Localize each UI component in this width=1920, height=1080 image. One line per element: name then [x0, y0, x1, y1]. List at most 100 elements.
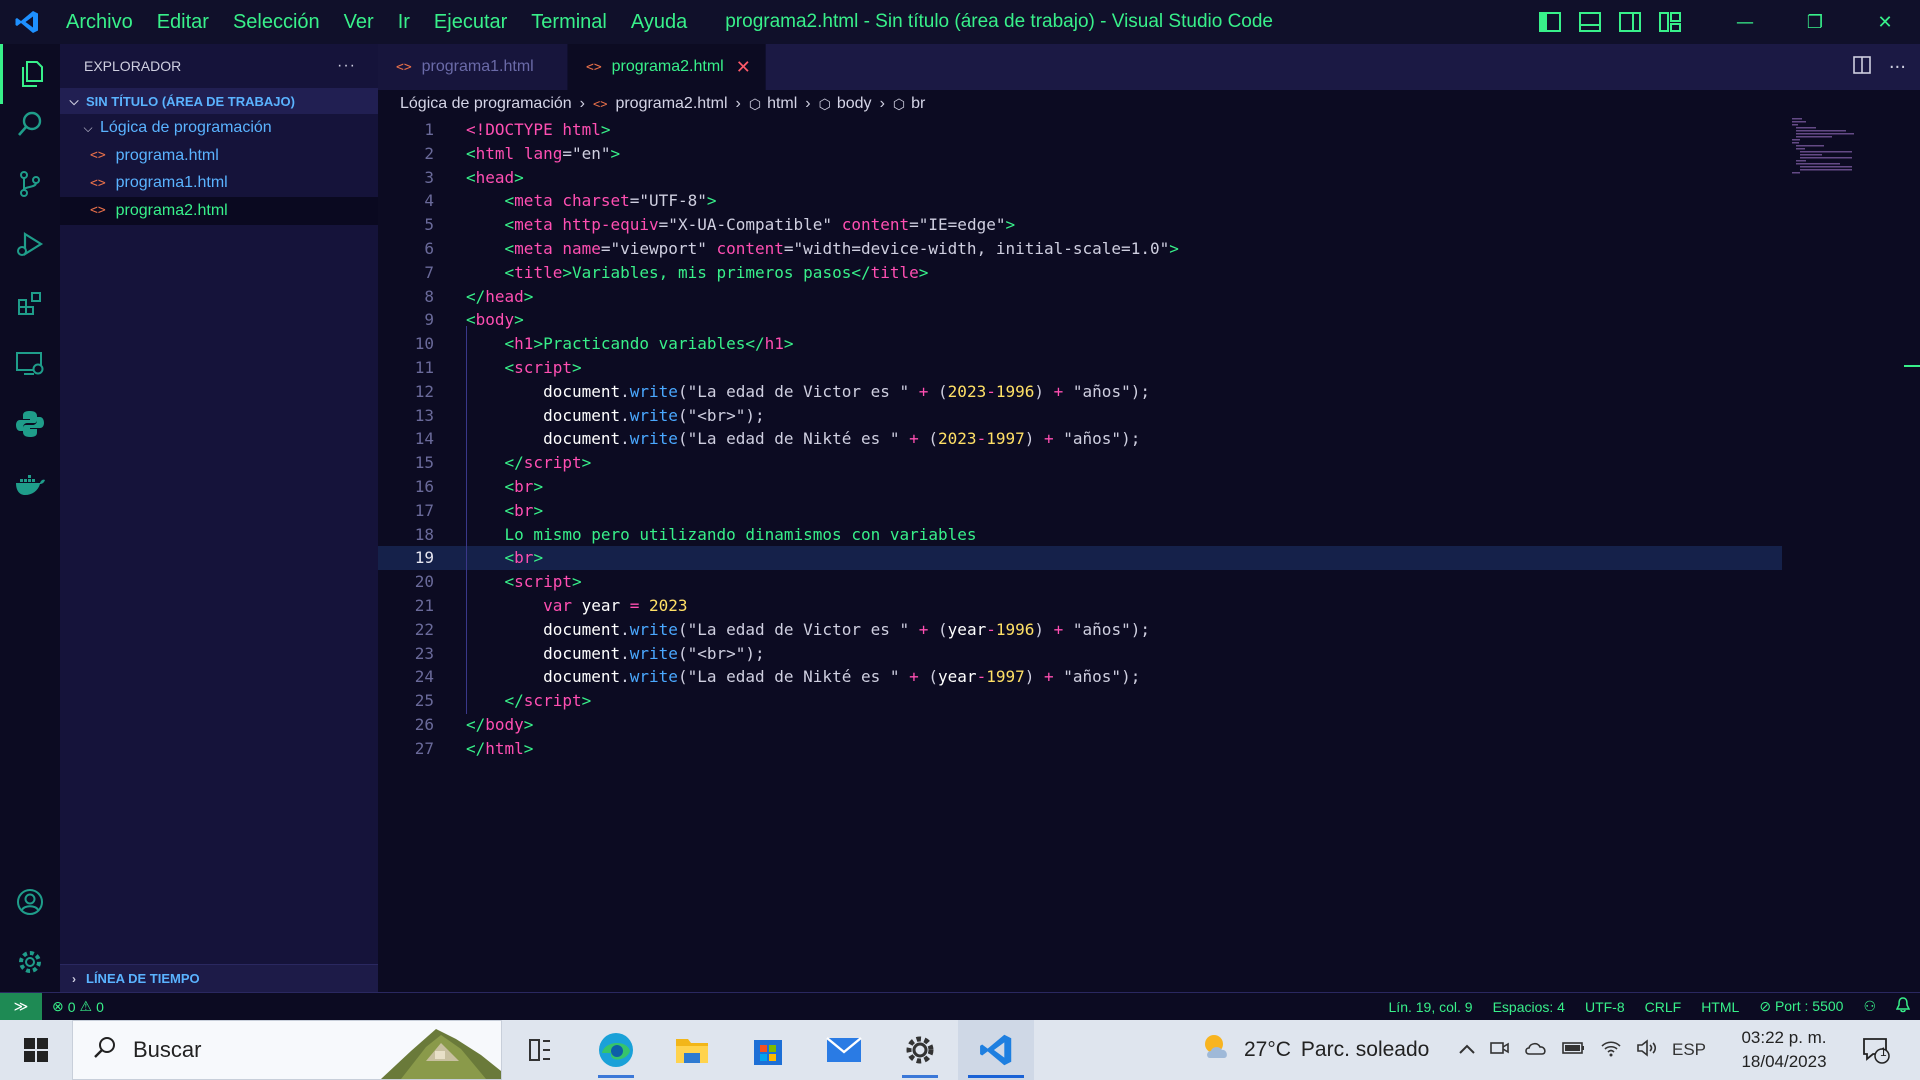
code-line[interactable]: 21 var year = 2023	[378, 594, 1782, 618]
code-line[interactable]: 15 </script>	[378, 451, 1782, 475]
tab-programa1[interactable]: <> programa1.html	[378, 44, 568, 90]
volume-icon[interactable]	[1636, 1038, 1658, 1062]
workspace-section[interactable]: ⌵ SIN TÍTULO (ÁREA DE TRABAJO)	[60, 88, 378, 114]
cursor-position[interactable]: Lín. 19, col. 9	[1389, 999, 1473, 1015]
weather-widget[interactable]: 27°C Parc. soleado	[1200, 1020, 1429, 1080]
close-icon[interactable]: ✕	[736, 57, 751, 78]
code-line[interactable]: 6 <meta name="viewport" content="width=d…	[378, 237, 1782, 261]
code-line[interactable]: 1 <!DOCTYPE html>	[378, 118, 1782, 142]
code-line[interactable]: 25 </script>	[378, 689, 1782, 713]
windows-start-icon[interactable]	[0, 1020, 72, 1080]
code-editor[interactable]: 1 <!DOCTYPE html> 2 <html lang="en"> 3 <head>…	[378, 118, 1898, 992]
vscode-taskbar-icon[interactable]	[958, 1020, 1034, 1080]
menu-ejecutar[interactable]: Ejecutar	[422, 0, 519, 44]
code-line[interactable]: 4 <meta charset="UTF-8">	[378, 189, 1782, 213]
code-line[interactable]: 18 Lo mismo pero utilizando dinamismos c…	[378, 523, 1782, 547]
breadcrumb-body[interactable]: body	[837, 95, 872, 113]
onedrive-cloud-icon[interactable]	[1524, 1040, 1548, 1061]
code-line[interactable]: 11 <script>	[378, 356, 1782, 380]
breadcrumb-folder[interactable]: Lógica de programación	[400, 95, 572, 113]
code-line[interactable]: 14 document.write("La edad de Nikté es "…	[378, 427, 1782, 451]
settings-gear-icon[interactable]	[882, 1020, 958, 1080]
taskbar-search[interactable]: Buscar	[72, 1020, 502, 1080]
file-item-active[interactable]: <> programa2.html	[60, 197, 378, 225]
folder-item[interactable]: ⌵ Lógica de programación	[60, 114, 378, 142]
search-icon[interactable]	[0, 94, 60, 154]
restore-button[interactable]: ❐	[1780, 0, 1850, 44]
close-window-button[interactable]: ✕	[1850, 0, 1920, 44]
minimap[interactable]	[1790, 116, 1870, 176]
menu-archivo[interactable]: Archivo	[54, 0, 145, 44]
file-item[interactable]: <> programa.html	[60, 142, 378, 170]
split-editor-icon[interactable]	[1853, 55, 1871, 79]
settings-icon[interactable]	[0, 932, 60, 992]
extensions-icon[interactable]	[0, 274, 60, 334]
toggle-primary-sidebar-icon[interactable]	[1530, 0, 1570, 44]
problems-indicator[interactable]: ⊗ 0 ⚠ 0	[52, 998, 104, 1015]
bell-icon[interactable]	[1895, 997, 1911, 1016]
code-line[interactable]: 8 </head>	[378, 285, 1782, 309]
code-line[interactable]: 5 <meta http-equiv="X-UA-Compatible" con…	[378, 213, 1782, 237]
file-item[interactable]: <> programa1.html	[60, 170, 378, 198]
code-line[interactable]: 9 <body>	[378, 308, 1782, 332]
breadcrumb-br[interactable]: br	[911, 95, 925, 113]
docker-icon[interactable]	[0, 454, 60, 514]
edge-browser-icon[interactable]	[578, 1020, 654, 1080]
notification-center-icon[interactable]: 1	[1856, 1030, 1896, 1070]
code-line[interactable]: 7 <title>Variables, mis primeros pasos</…	[378, 261, 1782, 285]
more-actions-icon[interactable]: ···	[1889, 57, 1906, 78]
encoding[interactable]: UTF-8	[1585, 999, 1625, 1015]
tab-programa2[interactable]: <> programa2.html ✕	[568, 44, 766, 90]
live-server-port[interactable]: ⊘ Port : 5500	[1759, 998, 1843, 1015]
remote-explorer-icon[interactable]	[0, 334, 60, 394]
menu-ver[interactable]: Ver	[332, 0, 386, 44]
language-mode[interactable]: HTML	[1701, 999, 1739, 1015]
code-line[interactable]: 12 document.write("La edad de Victor es …	[378, 380, 1782, 404]
run-debug-icon[interactable]	[0, 214, 60, 274]
meet-now-icon[interactable]	[1490, 1039, 1510, 1062]
menu-editar[interactable]: Editar	[145, 0, 221, 44]
code-line[interactable]: 27 </html>	[378, 737, 1782, 761]
code-line[interactable]: 24 document.write("La edad de Nikté es "…	[378, 665, 1782, 689]
menu-terminal[interactable]: Terminal	[519, 0, 619, 44]
indentation[interactable]: Espacios: 4	[1493, 999, 1565, 1015]
feedback-icon[interactable]: ⚇	[1863, 998, 1876, 1015]
customize-layout-icon[interactable]	[1650, 0, 1690, 44]
chevron-up-icon[interactable]	[1458, 1040, 1476, 1060]
toggle-secondary-sidebar-icon[interactable]	[1610, 0, 1650, 44]
minimize-button[interactable]: —	[1710, 0, 1780, 44]
source-control-icon[interactable]	[0, 154, 60, 214]
code-line[interactable]: 16 <br>	[378, 475, 1782, 499]
end-of-line[interactable]: CRLF	[1645, 999, 1682, 1015]
battery-icon[interactable]	[1562, 1040, 1586, 1060]
vscode-logo-icon[interactable]	[0, 0, 54, 44]
menu-ayuda[interactable]: Ayuda	[619, 0, 699, 44]
code-line[interactable]: 20 <script>	[378, 570, 1782, 594]
python-icon[interactable]	[0, 394, 60, 454]
breadcrumb-file[interactable]: programa2.html	[615, 95, 727, 113]
code-line[interactable]: 13 document.write("<br>");	[378, 404, 1782, 428]
menu-seleccion[interactable]: Selección	[221, 0, 332, 44]
timeline-section[interactable]: › LÍNEA DE TIEMPO	[60, 964, 378, 992]
remote-indicator-icon[interactable]: ≫	[0, 993, 42, 1020]
code-line[interactable]: 19 <br>	[378, 546, 1782, 571]
code-line[interactable]: 23 document.write("<br>");	[378, 642, 1782, 666]
code-line[interactable]: 2 <html lang="en">	[378, 142, 1782, 166]
code-line[interactable]: 3 <head>	[378, 166, 1782, 190]
breadcrumb-html[interactable]: html	[767, 95, 797, 113]
code-line[interactable]: 17 <br>	[378, 499, 1782, 523]
mail-icon[interactable]	[806, 1020, 882, 1080]
code-line[interactable]: 26 </body>	[378, 713, 1782, 737]
toggle-panel-icon[interactable]	[1570, 0, 1610, 44]
account-icon[interactable]	[0, 872, 60, 932]
code-line[interactable]: 22 document.write("La edad de Victor es …	[378, 618, 1782, 642]
code-line[interactable]: 10 <h1>Practicando variables</h1>	[378, 332, 1782, 356]
taskbar-clock[interactable]: 03:22 p. m. 18/04/2023	[1736, 1026, 1832, 1074]
menu-ir[interactable]: Ir	[386, 0, 422, 44]
more-actions-icon[interactable]: ···	[337, 57, 356, 75]
file-explorer-icon[interactable]	[654, 1020, 730, 1080]
task-view-icon[interactable]	[502, 1020, 578, 1080]
microsoft-store-icon[interactable]	[730, 1020, 806, 1080]
wifi-icon[interactable]	[1600, 1039, 1622, 1062]
input-language[interactable]: ESP	[1672, 1040, 1706, 1060]
